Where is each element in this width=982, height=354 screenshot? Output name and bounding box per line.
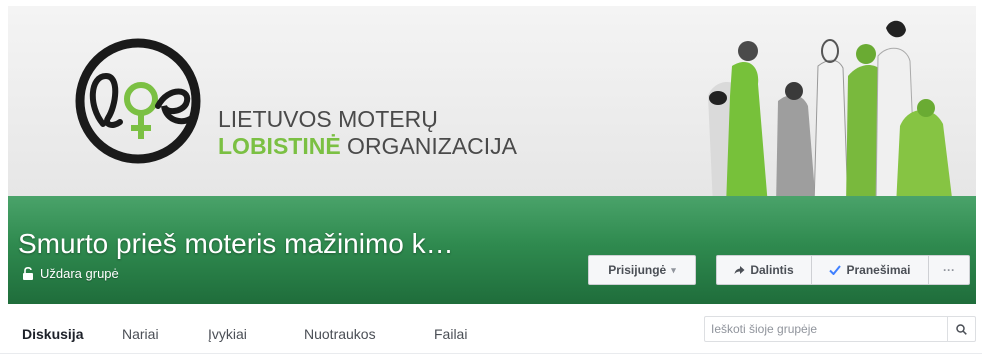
search-input[interactable] <box>705 317 947 341</box>
share-arrow-icon <box>734 266 745 274</box>
tab-nariai[interactable]: Nariai <box>122 326 159 342</box>
notifications-button[interactable]: Pranešimai <box>811 255 929 285</box>
more-options-button[interactable]: ··· <box>928 255 970 285</box>
notifications-label: Pranešimai <box>846 263 911 277</box>
tab-failai[interactable]: Failai <box>434 326 467 342</box>
logo-line-1: LIETUVOS MOTERŲ <box>218 106 438 132</box>
joined-button[interactable]: Prisijungė ▾ <box>588 255 696 285</box>
search-button[interactable] <box>947 317 975 341</box>
loe-logo-icon <box>75 38 201 164</box>
checkmark-icon <box>829 265 842 275</box>
more-icon: ··· <box>943 263 955 277</box>
share-button[interactable]: Dalintis <box>716 255 812 285</box>
tab-ivykiai[interactable]: Įvykiai <box>208 326 247 342</box>
logo-line-2-bold: LOBISTINĖ <box>218 133 341 159</box>
joined-label: Prisijungė <box>608 263 667 277</box>
share-label: Dalintis <box>750 263 794 277</box>
organization-logo-text: LIETUVOS MOTERŲ LOBISTINĖ ORGANIZACIJA <box>218 106 517 160</box>
group-privacy-label: Uždara grupė <box>40 266 119 281</box>
tab-diskusija[interactable]: Diskusija <box>22 326 83 342</box>
group-title[interactable]: Smurto prieš moteris mažinimo k… <box>18 228 454 260</box>
lock-open-icon <box>23 267 33 280</box>
logo-line-2-light: ORGANIZACIJA <box>340 133 518 159</box>
chevron-down-icon: ▾ <box>671 264 676 275</box>
tab-nuotraukos[interactable]: Nuotraukos <box>304 326 376 342</box>
group-privacy: Uždara grupė <box>22 266 119 281</box>
search-icon <box>956 323 967 335</box>
logo-line-2: LOBISTINĖ ORGANIZACIJA <box>218 132 517 160</box>
group-search <box>704 316 976 342</box>
